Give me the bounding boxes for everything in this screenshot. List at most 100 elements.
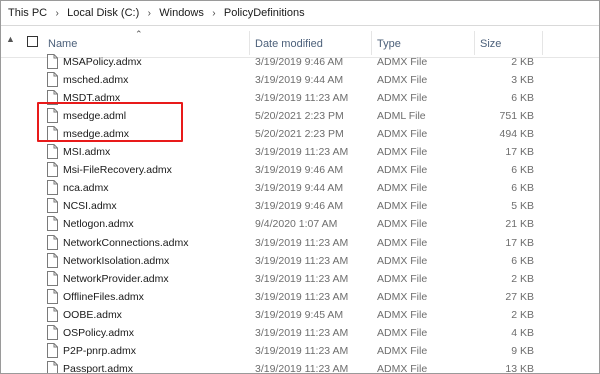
file-name: NetworkConnections.admx — [63, 236, 189, 249]
file-type: ADML File — [377, 110, 426, 123]
file-size: 9 KB — [511, 344, 534, 357]
file-size: 17 KB — [505, 146, 534, 159]
file-date-modified: 3/19/2019 11:23 AM — [255, 290, 349, 303]
file-date-modified: 3/19/2019 11:23 AM — [255, 362, 349, 374]
column-header-date-modified[interactable]: Date modified — [255, 38, 323, 50]
file-date-modified: 3/19/2019 9:44 AM — [255, 182, 344, 195]
column-header-type[interactable]: Type — [377, 38, 401, 50]
file-date-modified: 3/19/2019 11:23 AM — [255, 254, 349, 267]
highlight-box — [37, 102, 183, 142]
file-size: 3 KB — [511, 74, 534, 87]
breadcrumb: This PC › Local Disk (C:) › Windows › Po… — [1, 1, 599, 26]
file-row[interactable]: OfflineFiles.admx 3/19/2019 11:23 AM ADMX … — [1, 288, 599, 306]
chevron-right-icon[interactable]: › — [207, 8, 221, 19]
document-icon — [47, 216, 58, 232]
file-row[interactable]: OOBE.admx 3/19/2019 9:45 AM ADMX File 2 KB — [1, 306, 599, 324]
column-header-name[interactable]: Name — [48, 38, 77, 50]
file-row[interactable]: msched.admx 3/19/2019 9:44 AM ADMX File 3 K… — [1, 71, 599, 89]
file-name: msched.admx — [63, 74, 129, 87]
file-type: ADMX File — [377, 308, 428, 321]
document-icon — [47, 162, 58, 178]
file-row[interactable]: Netlogon.admx 9/4/2020 1:07 AM ADMX File 21… — [1, 215, 599, 233]
document-icon — [47, 360, 58, 373]
file-type: ADMX File — [377, 146, 428, 159]
document-icon — [47, 54, 58, 69]
file-date-modified: 3/19/2019 11:23 AM — [255, 236, 349, 249]
file-row[interactable]: Passport.admx 3/19/2019 11:23 AM ADMX File… — [1, 360, 599, 374]
file-row[interactable]: NetworkConnections.admx 3/19/2019 11:23 A… — [1, 234, 599, 252]
breadcrumb-this-pc[interactable]: This PC — [8, 7, 47, 19]
document-icon — [47, 270, 58, 286]
file-date-modified: 3/19/2019 9:44 AM — [255, 74, 344, 87]
file-date-modified: 5/20/2021 2:23 PM — [255, 128, 344, 141]
file-date-modified: 3/19/2019 9:46 AM — [255, 200, 344, 213]
column-divider[interactable] — [371, 31, 372, 55]
file-row[interactable]: OSPolicy.admx 3/19/2019 11:23 AM ADMX File… — [1, 324, 599, 342]
column-divider[interactable] — [474, 31, 475, 55]
document-icon — [47, 180, 58, 196]
file-row[interactable]: MSI.admx 3/19/2019 11:23 AM ADMX File 17 KB — [1, 143, 599, 161]
file-type: ADMX File — [377, 92, 428, 105]
file-size: 4 KB — [511, 326, 534, 339]
file-name: Passport.admx — [63, 362, 134, 374]
file-row[interactable]: NCSI.admx 3/19/2019 9:46 AM ADMX File 5 KB — [1, 197, 599, 215]
chevron-up-icon[interactable]: ▲ — [6, 34, 15, 44]
chevron-right-icon[interactable]: › — [50, 8, 64, 19]
document-icon — [47, 342, 58, 358]
breadcrumb-local-disk[interactable]: Local Disk (C:) — [67, 7, 139, 19]
file-row[interactable]: NetworkProvider.admx 3/19/2019 11:23 AM AD… — [1, 270, 599, 288]
file-type: ADMX File — [377, 164, 428, 177]
file-size: 751 KB — [499, 110, 534, 123]
file-type: ADMX File — [377, 56, 428, 68]
file-size: 2 KB — [511, 308, 534, 321]
file-type: ADMX File — [377, 254, 428, 267]
document-icon — [47, 306, 58, 322]
file-name: Msi-FileRecovery.admx — [63, 164, 172, 177]
file-date-modified: 3/19/2019 11:23 AM — [255, 146, 349, 159]
file-name: OOBE.admx — [63, 308, 122, 321]
file-type: ADMX File — [377, 272, 428, 285]
chevron-right-icon[interactable]: › — [142, 8, 156, 19]
file-name: NetworkIsolation.admx — [63, 254, 170, 267]
file-date-modified: 3/19/2019 11:23 AM — [255, 92, 349, 105]
file-row[interactable]: nca.admx 3/19/2019 9:44 AM ADMX File 6 KB — [1, 179, 599, 197]
breadcrumb-windows[interactable]: Windows — [159, 7, 204, 19]
file-name: MSI.admx — [63, 146, 111, 159]
file-type: ADMX File — [377, 128, 428, 141]
document-icon — [47, 288, 58, 304]
file-size: 6 KB — [511, 254, 534, 267]
file-name: OfflineFiles.admx — [63, 290, 144, 303]
file-date-modified: 3/19/2019 9:46 AM — [255, 56, 344, 68]
file-size: 6 KB — [511, 182, 534, 195]
file-name: NCSI.admx — [63, 200, 117, 213]
document-icon — [47, 144, 58, 160]
file-row[interactable]: Msi-FileRecovery.admx 3/19/2019 9:46 AM AD… — [1, 161, 599, 179]
file-row[interactable]: P2P-pnrp.admx 3/19/2019 11:23 AM ADMX File… — [1, 342, 599, 360]
breadcrumb-policydefinitions[interactable]: PolicyDefinitions — [224, 7, 305, 19]
document-icon — [47, 252, 58, 268]
file-date-modified: 5/20/2021 2:23 PM — [255, 110, 344, 123]
file-date-modified: 9/4/2020 1:07 AM — [255, 218, 338, 231]
file-name: NetworkProvider.admx — [63, 272, 169, 285]
file-type: ADMX File — [377, 74, 428, 87]
file-row[interactable]: NetworkIsolation.admx 3/19/2019 11:23 AM A… — [1, 252, 599, 270]
file-date-modified: 3/19/2019 11:23 AM — [255, 326, 349, 339]
file-size: 2 KB — [511, 272, 534, 285]
file-name: nca.admx — [63, 182, 109, 195]
file-name: MSAPolicy.admx — [63, 56, 142, 68]
sort-ascending-icon: ⌃ — [135, 29, 143, 39]
file-type: ADMX File — [377, 182, 428, 195]
file-size: 2 KB — [511, 56, 534, 68]
column-divider[interactable] — [542, 31, 543, 55]
file-row[interactable]: MSAPolicy.admx 3/19/2019 9:46 AM ADMX File… — [1, 53, 599, 71]
column-divider[interactable] — [249, 31, 250, 55]
document-icon — [47, 198, 58, 214]
select-all-checkbox[interactable] — [27, 36, 38, 47]
file-type: ADMX File — [377, 344, 428, 357]
column-header-size[interactable]: Size — [480, 38, 501, 50]
file-explorer-window: This PC › Local Disk (C:) › Windows › Po… — [0, 0, 600, 374]
file-type: ADMX File — [377, 290, 428, 303]
file-date-modified: 3/19/2019 9:46 AM — [255, 164, 344, 177]
file-size: 17 KB — [505, 236, 534, 249]
file-size: 6 KB — [511, 164, 534, 177]
